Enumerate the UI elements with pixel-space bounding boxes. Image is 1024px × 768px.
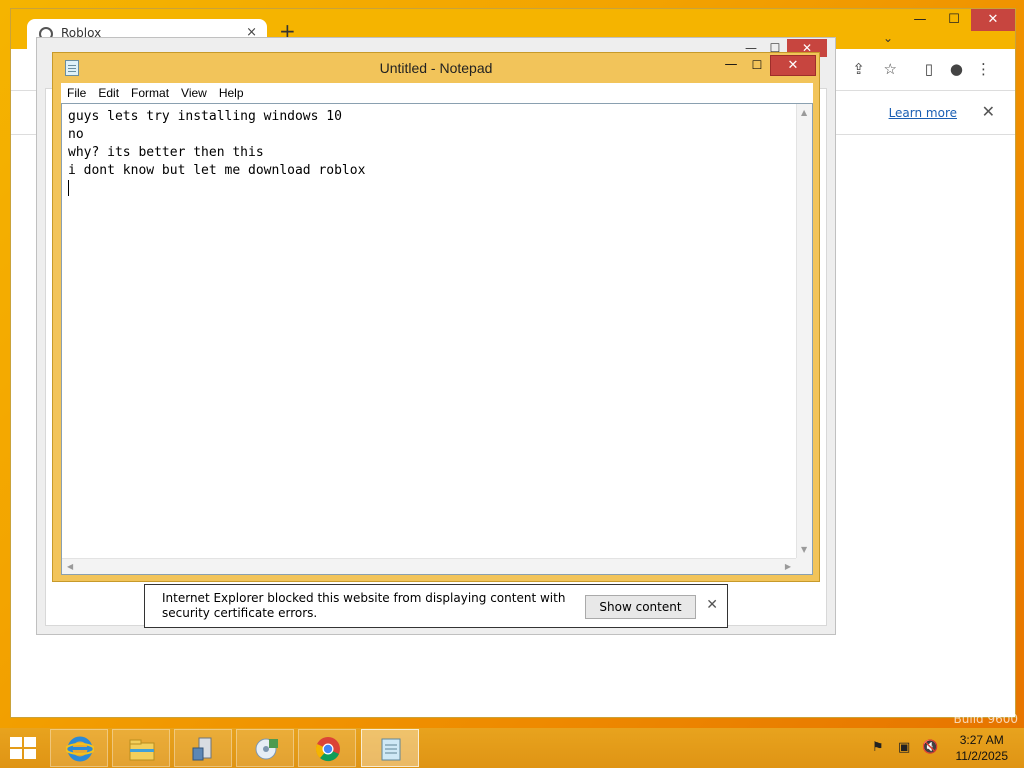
file-explorer-icon	[129, 739, 155, 761]
scroll-right-arrow-icon[interactable]: ▶	[785, 562, 791, 571]
show-content-button[interactable]: Show content	[585, 595, 696, 619]
notepad-maximize-button[interactable]: ☐	[744, 56, 770, 76]
notepad-title: Untitled - Notepad	[379, 60, 493, 76]
notepad-close-button[interactable]: ✕	[770, 55, 816, 76]
ie-notification-bar: Internet Explorer blocked this website f…	[144, 584, 728, 628]
computer-icon	[192, 737, 212, 761]
infobar-close-icon[interactable]: ✕	[982, 102, 995, 121]
scroll-left-arrow-icon[interactable]: ◀	[67, 562, 73, 571]
menu-edit[interactable]: Edit	[98, 86, 125, 100]
chrome-minimize-button[interactable]: —	[903, 9, 937, 31]
volume-muted-icon[interactable]: 🔇	[922, 740, 938, 755]
vertical-scrollbar[interactable]: ▲ ▼	[796, 104, 812, 558]
clock-date: 11/2/2025	[955, 749, 1009, 763]
bookmark-star-icon[interactable]: ☆	[884, 60, 897, 78]
network-icon[interactable]: ▣	[898, 740, 910, 755]
system-clock[interactable]: 3:27 AM 11/2/2025	[956, 732, 1009, 764]
horizontal-scrollbar[interactable]: ◀ ▶	[62, 558, 796, 574]
notification-close-icon[interactable]: ✕	[706, 597, 718, 613]
taskbar-notepad[interactable]	[361, 729, 419, 767]
side-panel-icon[interactable]: ▯	[925, 60, 933, 78]
notepad-minimize-button[interactable]: —	[718, 56, 744, 76]
notepad-menubar: File Edit Format View Help	[61, 83, 813, 103]
chrome-icon	[315, 737, 340, 762]
notepad-text-area[interactable]: guys lets try installing windows 10 no w…	[61, 103, 813, 575]
menu-format[interactable]: Format	[131, 86, 175, 100]
taskbar-computer[interactable]	[174, 729, 232, 767]
profile-avatar-icon[interactable]: ●	[950, 60, 963, 78]
windows-start-icon[interactable]	[10, 737, 38, 761]
share-icon[interactable]: ⇪	[852, 60, 865, 78]
media-center-icon	[255, 738, 278, 760]
chrome-close-button[interactable]: ✕	[971, 9, 1015, 31]
learn-more-link[interactable]: Learn more	[889, 106, 957, 120]
taskbar-media-center[interactable]	[236, 729, 294, 767]
taskbar-chrome[interactable]	[298, 729, 356, 767]
menu-help[interactable]: Help	[219, 86, 250, 100]
menu-file[interactable]: File	[67, 86, 92, 100]
text-caret	[68, 180, 69, 196]
resize-grip-icon[interactable]	[796, 558, 812, 574]
notepad-icon	[381, 738, 401, 761]
tab-search-chevron-icon[interactable]: ⌄	[883, 31, 893, 45]
windows-build-watermark: Build 9600	[953, 712, 1018, 726]
notepad-text-content: guys lets try installing windows 10 no w…	[68, 109, 366, 178]
chrome-maximize-button[interactable]: ☐	[937, 9, 971, 31]
clock-time: 3:27 AM	[959, 733, 1004, 747]
scroll-down-arrow-icon[interactable]: ▼	[801, 545, 807, 554]
taskbar-file-explorer[interactable]	[112, 729, 170, 767]
notepad-window: Untitled - Notepad — ☐ ✕ File Edit Forma…	[52, 52, 820, 582]
action-center-flag-icon[interactable]: ⚑	[872, 740, 884, 755]
chrome-window-controls: — ☐ ✕	[903, 9, 1015, 35]
notepad-titlebar[interactable]: Untitled - Notepad — ☐ ✕	[53, 53, 819, 83]
scroll-up-arrow-icon[interactable]: ▲	[801, 108, 807, 117]
taskbar: ⚑ ▣ 🔇 3:27 AM 11/2/2025	[0, 728, 1024, 768]
menu-kebab-icon[interactable]: ⋮	[976, 60, 991, 78]
taskbar-internet-explorer[interactable]	[50, 729, 108, 767]
internet-explorer-icon	[66, 736, 94, 762]
ie-notification-text: Internet Explorer blocked this website f…	[162, 591, 566, 620]
menu-view[interactable]: View	[181, 86, 213, 100]
